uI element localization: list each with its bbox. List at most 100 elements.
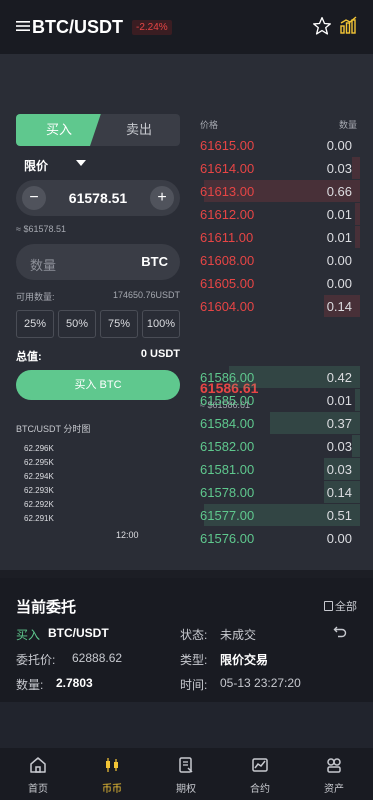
bid-row[interactable]: 61576.00 0.00	[196, 527, 360, 549]
bid-row[interactable]: 61586.00 0.42	[196, 366, 360, 388]
pair-title[interactable]: BTC/USDT	[32, 17, 123, 38]
ask-row[interactable]: 61608.00 0.00	[196, 249, 360, 271]
ask-price: 61613.00	[200, 184, 255, 199]
bottom-tab-bar: 首页 币币 期权 合约 资产	[0, 748, 373, 800]
tab-options[interactable]: 期权	[156, 756, 216, 795]
increment-button[interactable]: +	[150, 186, 174, 210]
mini-chart-y-label: 62.294K	[24, 472, 54, 481]
tab-home-label: 首页	[28, 784, 48, 795]
change-badge: -2.24%	[132, 20, 172, 35]
trade-panel: 买入 卖出 限价 − 61578.51 + ≈ $61578.51 数量 BTC…	[0, 54, 373, 570]
ask-row[interactable]: 61604.00 0.14	[196, 295, 360, 317]
contract-icon	[252, 758, 268, 772]
bid-price: 61576.00	[200, 531, 255, 546]
order-qty-label: 数量:	[16, 678, 44, 692]
available-label: 可用数量:	[16, 292, 55, 302]
ask-row[interactable]: 61614.00 0.03	[196, 157, 360, 179]
ask-price: 61604.00	[200, 299, 255, 314]
current-orders-section: 当前委托 全部 买入 BTC/USDT 状态: 未成交 委托价: 62888.6…	[0, 578, 373, 702]
ask-qty: 0.00	[326, 138, 352, 153]
bid-price: 61582.00	[200, 439, 255, 454]
tab-assets[interactable]: 资产	[304, 756, 364, 795]
tab-options-label: 期权	[176, 784, 196, 795]
candles-icon	[106, 758, 118, 772]
ask-price: 61614.00	[200, 161, 255, 176]
total-label: 总值:	[16, 351, 42, 363]
ask-qty: 0.14	[326, 299, 352, 314]
bid-qty: 0.01	[326, 393, 352, 408]
percent-75-button[interactable]: 75%	[100, 310, 138, 338]
mini-chart-y-label: 62.292K	[24, 500, 54, 509]
bid-row[interactable]: 61584.00 0.37	[196, 412, 360, 434]
bid-depth-bar	[352, 435, 360, 457]
ask-price: 61615.00	[200, 138, 255, 153]
document-icon	[324, 601, 333, 611]
ask-row[interactable]: 61613.00 0.66	[196, 180, 360, 202]
bid-price: 61585.00	[200, 393, 255, 408]
undo-icon[interactable]	[333, 624, 347, 638]
mini-chart-y-label: 62.295K	[24, 458, 54, 467]
bid-qty: 0.42	[326, 370, 352, 385]
total-value: 0 USDT	[140, 348, 180, 360]
order-time-label: 时间:	[180, 678, 208, 692]
ask-price: 61611.00	[200, 230, 254, 245]
ask-row[interactable]: 61615.00 0.00	[196, 134, 360, 156]
bid-row[interactable]: 61582.00 0.03	[196, 435, 360, 457]
all-orders-link[interactable]: 全部	[324, 598, 357, 614]
price-input[interactable]: 61578.51	[52, 190, 144, 206]
ask-row[interactable]: 61612.00 0.01	[196, 203, 360, 225]
bid-qty: 0.14	[326, 485, 352, 500]
options-icon	[179, 757, 193, 773]
ask-depth-bar	[352, 157, 360, 179]
menu-icon[interactable]	[16, 20, 30, 32]
section-divider	[0, 570, 373, 578]
order-pair: BTC/USDT	[48, 626, 109, 640]
order-qty-value: 2.7803	[56, 676, 93, 690]
tab-sell[interactable]: 卖出	[90, 114, 180, 146]
bid-row[interactable]: 61581.00 0.03	[196, 458, 360, 480]
mini-chart-y-label: 62.293K	[24, 486, 54, 495]
order-type-select[interactable]: 限价	[24, 157, 48, 174]
price-stepper: − 61578.51 +	[16, 180, 180, 216]
buy-btc-button[interactable]: 买入 BTC	[16, 370, 180, 400]
ask-qty: 0.01	[326, 230, 352, 245]
star-icon[interactable]	[312, 16, 332, 36]
mini-chart-title: BTC/USDT 分时图	[16, 424, 91, 434]
tab-contract-label: 合约	[250, 784, 270, 795]
ask-price: 61612.00	[200, 207, 255, 222]
decrement-button[interactable]: −	[22, 186, 46, 210]
ask-depth-bar	[355, 226, 360, 248]
percent-50-button[interactable]: 50%	[58, 310, 96, 338]
mini-chart-y-label: 62.296K	[24, 444, 54, 453]
quantity-unit: BTC	[141, 254, 168, 269]
order-price-label: 委托价:	[16, 653, 56, 667]
bid-row[interactable]: 61578.00 0.14	[196, 481, 360, 503]
empty-area	[0, 702, 373, 748]
quantity-field[interactable]: 数量 BTC	[16, 244, 180, 280]
order-status-value: 未成交	[220, 628, 257, 642]
tab-home[interactable]: 首页	[8, 756, 68, 795]
chevron-down-icon[interactable]	[76, 160, 86, 166]
percent-25-button[interactable]: 25%	[16, 310, 54, 338]
percent-100-button[interactable]: 100%	[142, 310, 180, 338]
ask-price: 61608.00	[200, 253, 255, 268]
mini-chart-y-label: 62.291K	[24, 514, 54, 523]
ask-row[interactable]: 61611.00 0.01	[196, 226, 360, 248]
ask-qty: 0.00	[326, 253, 352, 268]
bid-qty: 0.37	[326, 416, 352, 431]
tab-contract[interactable]: 合约	[230, 756, 290, 795]
bid-price: 61581.00	[200, 462, 255, 477]
all-orders-label: 全部	[335, 601, 357, 613]
bid-row[interactable]: 61585.00 0.01	[196, 389, 360, 411]
bid-qty: 0.51	[326, 508, 352, 523]
orderbook-qty-header: 数量	[338, 120, 357, 130]
order-side: 买入	[16, 628, 41, 642]
tab-spot-label: 币币	[102, 784, 122, 795]
ask-row[interactable]: 61605.00 0.00	[196, 272, 360, 294]
ask-depth-bar	[355, 203, 360, 225]
bid-row[interactable]: 61577.00 0.51	[196, 504, 360, 526]
chart-icon[interactable]	[340, 16, 358, 34]
tab-buy[interactable]: 买入	[16, 114, 102, 146]
ask-qty: 0.00	[326, 276, 352, 291]
tab-spot[interactable]: 币币	[82, 756, 142, 795]
